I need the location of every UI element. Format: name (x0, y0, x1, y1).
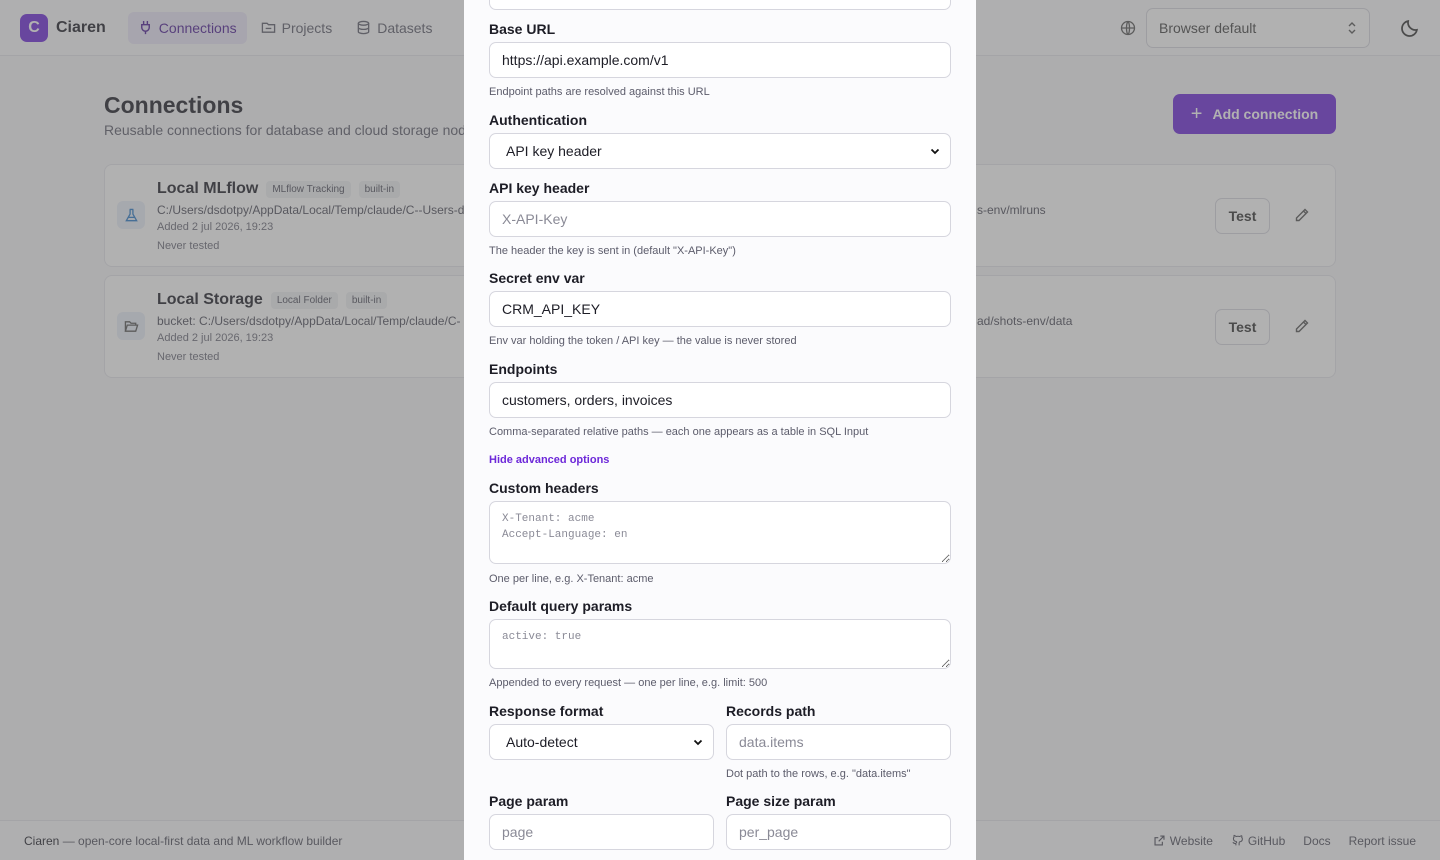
response-format-select[interactable]: Auto-detect (489, 724, 714, 760)
custom-headers-hint: One per line, e.g. X-Tenant: acme (489, 573, 654, 585)
query-params-label: Default query params (489, 598, 633, 614)
base-url-hint: Endpoint paths are resolved against this… (489, 86, 710, 98)
page-param-input[interactable] (489, 814, 714, 850)
page-size-param-label: Page size param (726, 793, 836, 809)
base-url-input[interactable] (489, 42, 951, 78)
authentication-select-value: API key header (506, 143, 602, 159)
hide-advanced-options-link[interactable]: Hide advanced options (489, 454, 609, 466)
response-format-label: Response format (489, 703, 604, 719)
page-size-param-input[interactable] (726, 814, 951, 850)
api-key-header-label: API key header (489, 180, 590, 196)
query-params-hint: Appended to every request — one per line… (489, 677, 768, 689)
secret-env-hint: Env var holding the token / API key — th… (489, 335, 797, 347)
records-path-label: Records path (726, 703, 816, 719)
chevron-down-icon (930, 148, 940, 155)
name-field[interactable] (489, 0, 951, 10)
custom-headers-textarea[interactable] (489, 501, 951, 564)
records-path-input[interactable] (726, 724, 951, 760)
page-param-label: Page param (489, 793, 569, 809)
connection-modal: Base URL Endpoint paths are resolved aga… (464, 0, 976, 860)
base-url-label: Base URL (489, 21, 556, 37)
endpoints-input[interactable] (489, 382, 951, 418)
response-format-select-value: Auto-detect (506, 734, 578, 750)
custom-headers-label: Custom headers (489, 480, 599, 496)
chevron-down-icon (693, 739, 703, 746)
secret-env-input[interactable] (489, 291, 951, 327)
endpoints-label: Endpoints (489, 361, 558, 377)
authentication-select[interactable]: API key header (489, 133, 951, 169)
authentication-label: Authentication (489, 112, 587, 128)
query-params-textarea[interactable] (489, 619, 951, 669)
secret-env-label: Secret env var (489, 270, 585, 286)
api-key-header-hint: The header the key is sent in (default "… (489, 245, 736, 257)
api-key-header-input[interactable] (489, 201, 951, 237)
records-path-hint: Dot path to the rows, e.g. "data.items" (726, 768, 911, 780)
endpoints-hint: Comma-separated relative paths — each on… (489, 426, 869, 438)
